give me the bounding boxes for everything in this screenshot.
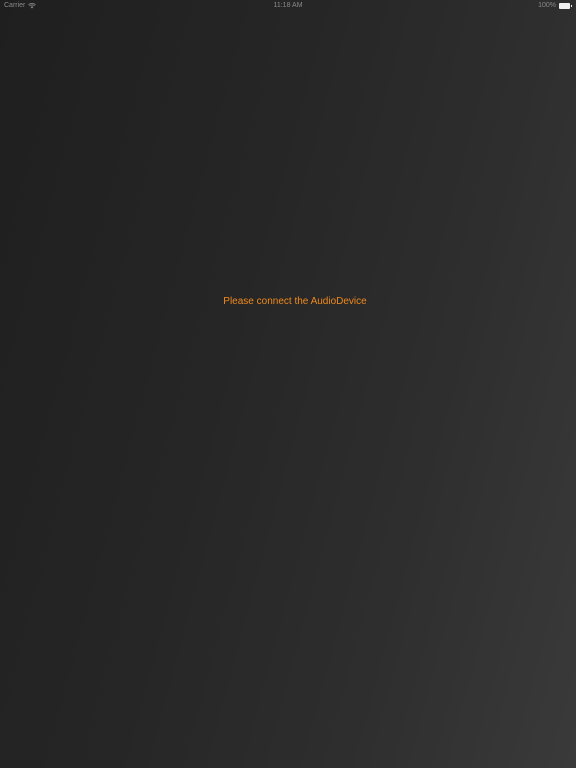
- battery-icon: [559, 2, 572, 9]
- battery-percent: 100%: [538, 2, 556, 9]
- connect-device-message: Please connect the AudioDevice: [223, 296, 367, 307]
- status-time: 11:18 AM: [273, 2, 303, 9]
- status-bar: Carrier 11:18 AM 100%: [0, 0, 576, 12]
- status-right: 100%: [538, 2, 572, 9]
